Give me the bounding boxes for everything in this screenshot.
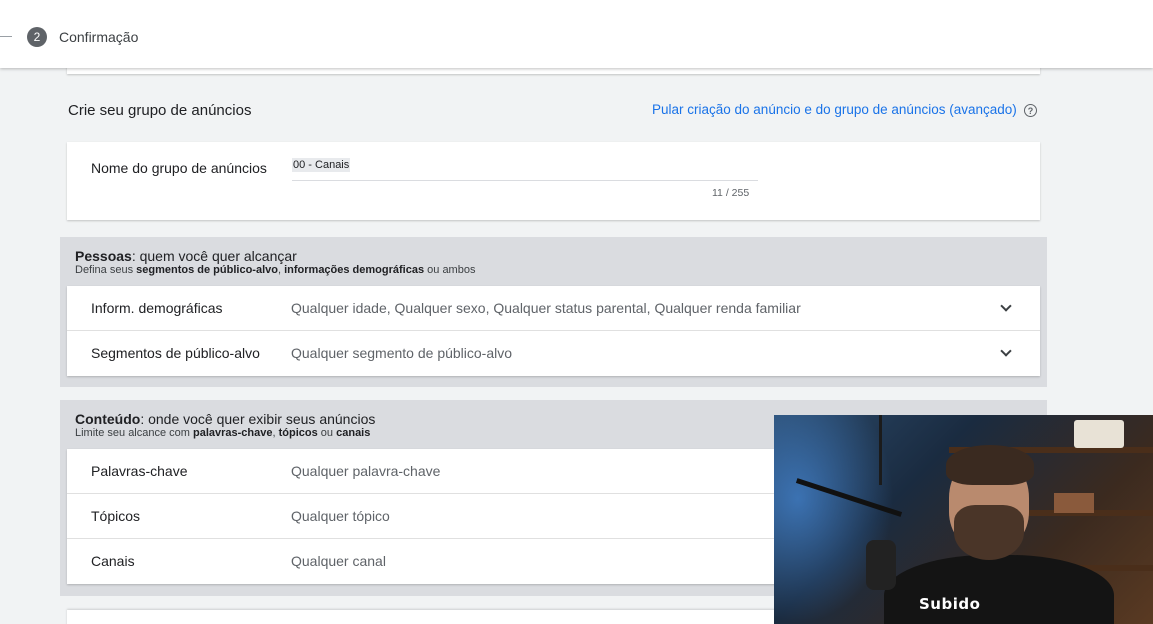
webcam-microphone: [866, 540, 896, 590]
webcam-books: [1054, 493, 1094, 513]
row-value: Qualquer idade, Qualquer sexo, Qualquer …: [291, 300, 801, 316]
ad-group-name-label: Nome do grupo de anúncios: [91, 160, 267, 176]
ad-group-name-card: Nome do grupo de anúncios 00 - Canais 11…: [67, 142, 1040, 220]
row-value: Qualquer palavra-chave: [291, 463, 441, 479]
people-section: Pessoas: quem você quer alcançar Defina …: [60, 237, 1047, 387]
step-connector: [0, 36, 12, 37]
people-subtitle: Defina seus segmentos de público-alvo, i…: [75, 264, 476, 276]
row-label: Inform. demográficas: [91, 300, 223, 316]
char-counter: 11 / 255: [712, 187, 750, 199]
input-underline: [292, 180, 758, 181]
webcam-person-hair: [946, 445, 1034, 485]
webcam-shirt-text: Subido: [919, 595, 981, 613]
audience-segments-row[interactable]: Segmentos de público-alvo Qualquer segme…: [67, 331, 1040, 376]
ad-group-name-input[interactable]: 00 - Canais: [292, 158, 351, 172]
people-rows: Inform. demográficas Qualquer idade, Qua…: [67, 286, 1040, 376]
section-title: Crie seu grupo de anúncios: [68, 102, 252, 119]
row-value: Qualquer segmento de público-alvo: [291, 345, 513, 361]
row-label: Palavras-chave: [91, 463, 188, 479]
chevron-down-icon[interactable]: [1000, 300, 1012, 312]
webcam-light: [774, 415, 894, 624]
row-label: Segmentos de público-alvo: [91, 345, 260, 361]
demographics-row[interactable]: Inform. demográficas Qualquer idade, Qua…: [67, 286, 1040, 331]
webcam-person-beard: [954, 505, 1024, 560]
step-number-badge: 2: [27, 27, 47, 47]
step-label[interactable]: Confirmação: [59, 29, 138, 45]
row-label: Canais: [91, 553, 135, 569]
step-header: 2 Confirmação: [0, 0, 1153, 68]
row-value: Qualquer tópico: [291, 508, 390, 524]
webcam-logo-shape: [1074, 420, 1124, 448]
people-title: Pessoas: quem você quer alcançar: [75, 248, 297, 264]
help-icon[interactable]: ?: [1024, 104, 1037, 117]
webcam-person-body: [884, 555, 1114, 624]
chevron-down-icon[interactable]: [1000, 345, 1012, 357]
row-label: Tópicos: [91, 508, 141, 524]
row-value: Qualquer canal: [291, 553, 386, 569]
webcam-lamp: [879, 415, 882, 485]
webcam-overlay: Subido: [774, 415, 1153, 624]
skip-ad-creation-link[interactable]: Pular criação do anúncio e do grupo de a…: [652, 102, 1017, 117]
